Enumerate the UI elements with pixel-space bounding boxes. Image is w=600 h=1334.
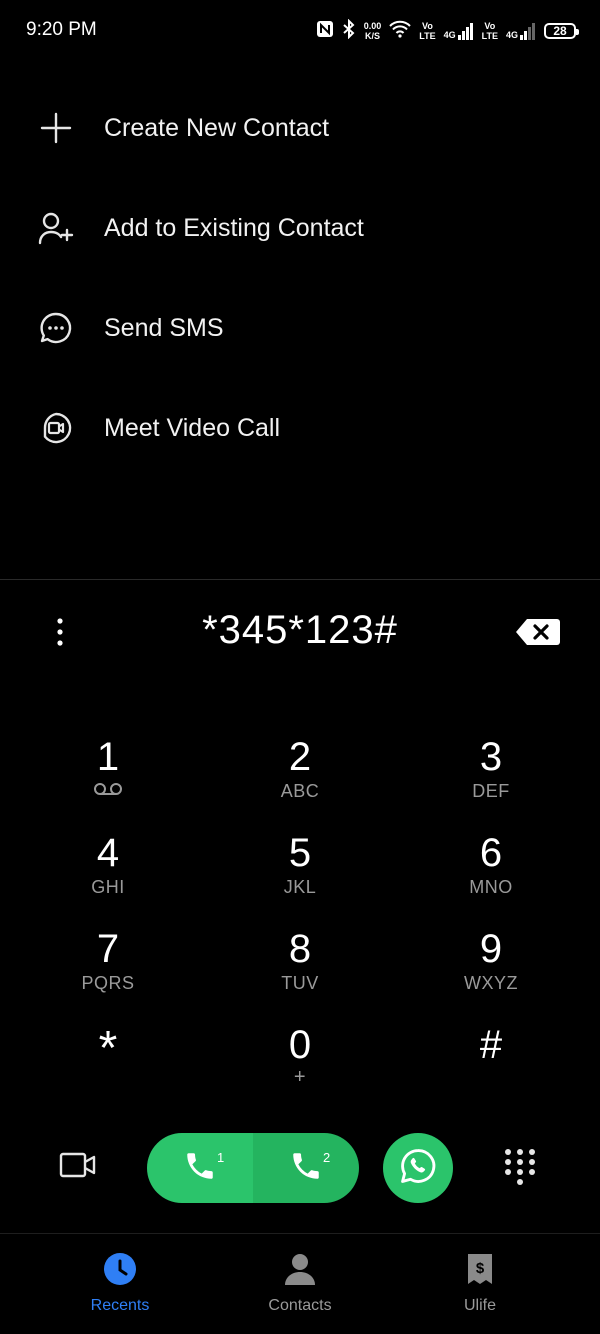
message-icon: [38, 310, 74, 346]
key-letters: JKL: [283, 877, 317, 897]
video-camera-icon: [58, 1152, 98, 1186]
key-hash[interactable]: #: [411, 1016, 571, 1106]
dialpad-toggle-button[interactable]: [500, 1146, 540, 1190]
add-person-icon: [38, 210, 74, 246]
video-call-button[interactable]: [58, 1148, 102, 1188]
status-time: 9:20 PM: [26, 19, 97, 40]
key-letters: MNO: [469, 877, 513, 897]
key-star[interactable]: *: [28, 1016, 188, 1106]
status-bar: 9:20 PM 0.00 K/S Vo LTE 4G Vo LTE 4G 28: [0, 0, 600, 60]
add-to-existing-contact-option[interactable]: Add to Existing Contact: [0, 188, 600, 268]
menu-label: Meet Video Call: [104, 413, 281, 442]
dual-sim-call-button: 1 2: [147, 1133, 359, 1203]
key-digit: *: [98, 1022, 118, 1075]
key-digit: 8: [288, 927, 312, 971]
volte-badge-2: Vo LTE: [481, 21, 498, 41]
svg-text:$: $: [476, 1260, 485, 1277]
more-options-button[interactable]: [40, 612, 80, 656]
nav-contacts[interactable]: Contacts: [230, 1252, 370, 1322]
net-speed: 0.00 K/S: [363, 21, 382, 41]
key-9[interactable]: 9 WXYZ: [411, 920, 571, 1010]
key-letters: DEF: [472, 781, 510, 801]
menu-label: Add to Existing Contact: [104, 213, 364, 242]
sim2-label: 2: [323, 1150, 331, 1165]
signal-icon: 4G: [444, 22, 474, 40]
backspace-icon: [515, 619, 561, 651]
more-vert-icon: [56, 617, 64, 652]
ulife-wallet-icon: $: [465, 1252, 495, 1291]
key-2[interactable]: 2 ABC: [220, 728, 380, 818]
key-digit: 6: [479, 831, 503, 875]
key-letters: TUV: [281, 973, 319, 993]
key-0[interactable]: 0 +: [220, 1016, 380, 1106]
create-new-contact-option[interactable]: Create New Contact: [0, 88, 600, 168]
key-5[interactable]: 5 JKL: [220, 824, 380, 914]
nav-label: Recents: [90, 1297, 150, 1314]
key-letters: +: [293, 1066, 307, 1088]
nav-label: Contacts: [268, 1297, 332, 1314]
key-digit: #: [479, 1023, 503, 1067]
whatsapp-icon: [399, 1147, 437, 1190]
key-letters: ABC: [280, 781, 320, 801]
key-letters: WXYZ: [464, 973, 518, 993]
nfc-icon: [316, 20, 334, 43]
dialed-number[interactable]: *345*123#: [100, 608, 500, 653]
clock-icon: [103, 1252, 137, 1291]
menu-label: Create New Contact: [104, 113, 330, 142]
bottom-navigation: Recents Contacts $ Ulife: [0, 1233, 600, 1334]
key-digit: 0: [288, 1023, 312, 1067]
signal-icon-2: 4G: [506, 22, 536, 40]
nav-ulife[interactable]: $ Ulife: [410, 1252, 550, 1322]
phone-icon: [183, 1149, 217, 1188]
status-icons: 0.00 K/S Vo LTE 4G Vo LTE 4G 28: [316, 17, 579, 45]
call-sim1-button[interactable]: 1: [147, 1133, 253, 1203]
meet-video-call-option[interactable]: Meet Video Call: [0, 388, 600, 468]
key-digit: 1: [96, 735, 120, 779]
key-4[interactable]: 4 GHI: [28, 824, 188, 914]
key-digit: 9: [479, 927, 503, 971]
plus-icon: [38, 110, 74, 146]
key-8[interactable]: 8 TUV: [220, 920, 380, 1010]
menu-label: Send SMS: [104, 313, 224, 342]
volte-badge-1: Vo LTE: [419, 21, 436, 41]
key-digit: 3: [479, 735, 503, 779]
whatsapp-call-button[interactable]: [383, 1133, 453, 1203]
key-1[interactable]: 1: [28, 728, 188, 818]
phone-icon: [289, 1149, 323, 1188]
key-digit: 7: [96, 927, 120, 971]
wifi-icon: [389, 20, 411, 43]
key-digit: 2: [288, 735, 312, 779]
battery-icon: 28: [544, 23, 579, 39]
key-letters: GHI: [91, 877, 125, 897]
key-digit: 4: [96, 831, 120, 875]
key-7[interactable]: 7 PQRS: [28, 920, 188, 1010]
sim1-label: 1: [217, 1150, 225, 1165]
key-3[interactable]: 3 DEF: [411, 728, 571, 818]
voicemail-icon: [93, 782, 123, 801]
send-sms-option[interactable]: Send SMS: [0, 288, 600, 368]
call-sim2-button[interactable]: 2: [253, 1133, 359, 1203]
nav-recents[interactable]: Recents: [50, 1252, 190, 1322]
dialpad-icon: [500, 1149, 540, 1194]
bluetooth-icon: [342, 18, 356, 44]
person-icon: [283, 1252, 317, 1291]
key-letters: PQRS: [81, 973, 135, 993]
key-digit: 5: [288, 831, 312, 875]
backspace-button[interactable]: [515, 617, 565, 649]
key-6[interactable]: 6 MNO: [411, 824, 571, 914]
meet-video-icon: [38, 410, 74, 446]
divider: [0, 579, 600, 580]
nav-label: Ulife: [463, 1297, 496, 1314]
